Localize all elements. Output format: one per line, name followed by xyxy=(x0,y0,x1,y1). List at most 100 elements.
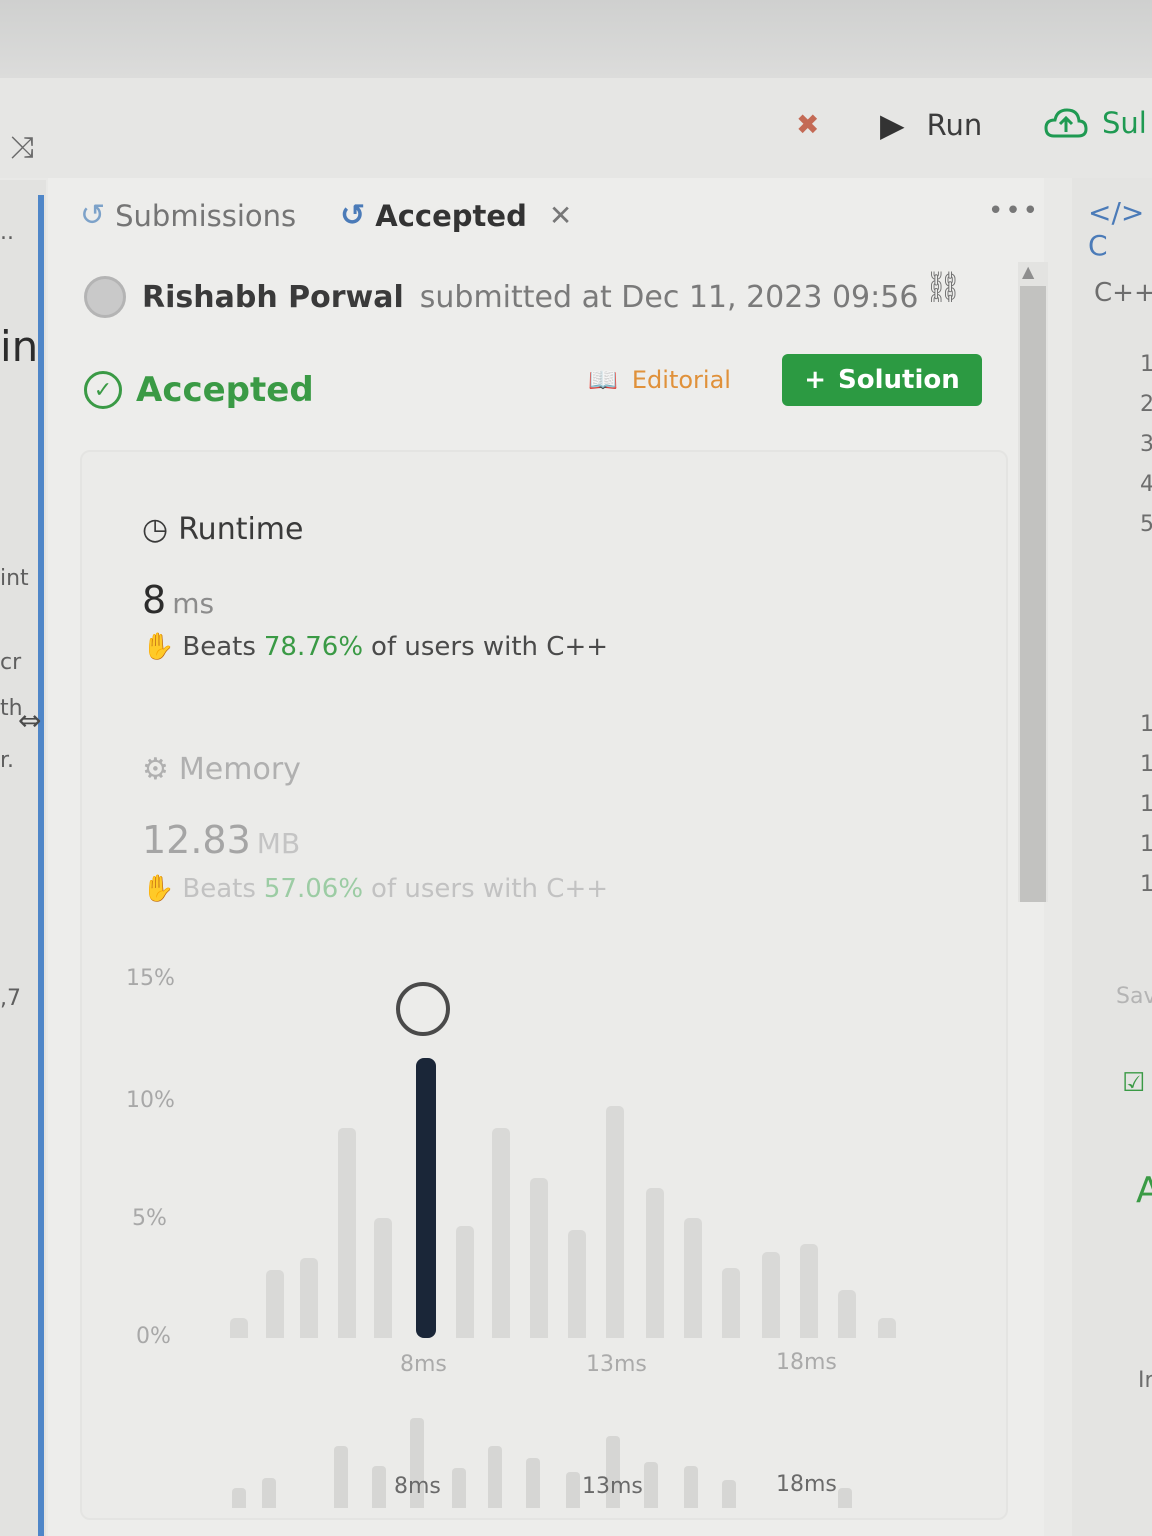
range-histogram-bar xyxy=(838,1488,852,1508)
post-solution-button[interactable]: + Solution xyxy=(782,354,982,406)
beats-suffix: of users with C++ xyxy=(371,874,609,904)
submitter-name[interactable]: Rishabh Porwal xyxy=(142,280,404,315)
tab-label: Accepted xyxy=(375,198,527,233)
histogram-bar[interactable] xyxy=(606,1106,624,1338)
book-icon: 📖 xyxy=(588,366,618,394)
scrollbar-thumb[interactable] xyxy=(1020,286,1046,902)
line-number: 1 xyxy=(1140,832,1152,857)
clock-icon: ◷ xyxy=(142,512,169,547)
range-x-label: 13ms xyxy=(582,1474,643,1499)
histogram-bar[interactable] xyxy=(530,1178,548,1338)
editorial-label: Editorial xyxy=(631,366,731,394)
resize-cursor-icon: ⇔ xyxy=(18,704,42,737)
memory-beats: ✋ Beats 57.06% of users with C++ xyxy=(142,874,608,904)
bug-icon[interactable]: ✖ xyxy=(796,108,819,141)
line-number: 1 xyxy=(1140,712,1152,737)
cloud-upload-icon xyxy=(1044,108,1088,138)
range-histogram-bar xyxy=(334,1446,348,1508)
metrics-card xyxy=(80,450,1008,1520)
histogram-bar[interactable] xyxy=(878,1318,896,1338)
histogram-bar[interactable] xyxy=(568,1230,586,1338)
left-fragment: ,7 xyxy=(0,986,21,1011)
selected-histogram-bar[interactable] xyxy=(416,1058,436,1338)
checkbox-icon[interactable]: ☑ xyxy=(1122,1068,1145,1098)
range-histogram-bar xyxy=(262,1478,276,1508)
runtime-value: 8 ms xyxy=(142,578,214,622)
histogram-bar[interactable] xyxy=(456,1226,474,1338)
histogram-bar[interactable] xyxy=(838,1290,856,1338)
close-icon[interactable]: ✕ xyxy=(549,199,572,232)
line-number: 1 xyxy=(1140,872,1152,897)
tab-submissions[interactable]: ↺ Submissions xyxy=(80,198,296,233)
submission-meta: Rishabh Porwal submitted at Dec 11, 2023… xyxy=(84,276,918,318)
line-number: 2 xyxy=(1140,392,1152,417)
x-tick-label: 13ms xyxy=(586,1352,647,1377)
saved-status-fragment: Sav xyxy=(1116,984,1152,1009)
check-circle-icon: ✓ xyxy=(84,371,122,409)
browser-top-strip xyxy=(0,0,1152,78)
histogram-bar[interactable] xyxy=(230,1318,248,1338)
range-histogram-bar xyxy=(644,1462,658,1508)
language-select-fragment[interactable]: C++ xyxy=(1094,278,1152,308)
memory-tab[interactable]: ⚙ Memory xyxy=(142,752,301,787)
range-x-label: 8ms xyxy=(394,1474,441,1499)
histogram-bar[interactable] xyxy=(374,1218,392,1338)
line-number: 1 xyxy=(1140,792,1152,817)
histogram-bar[interactable] xyxy=(492,1128,510,1338)
beats-suffix: of users with C++ xyxy=(371,632,609,662)
histogram-bar[interactable] xyxy=(300,1258,318,1338)
run-label: Run xyxy=(926,108,983,142)
range-x-label: 18ms xyxy=(776,1472,837,1497)
panel-tabs: ↺ Submissions ↺ Accepted ✕ xyxy=(80,198,616,233)
submit-button[interactable]: Sul xyxy=(1044,106,1147,140)
play-icon: ▶ xyxy=(880,106,905,144)
shuffle-icon[interactable]: ⤨ xyxy=(10,130,34,165)
history-icon: ↺ xyxy=(80,198,106,233)
memory-label: Memory xyxy=(178,752,301,787)
tab-accepted[interactable]: ↺ Accepted ✕ xyxy=(340,198,572,233)
submit-label: Sul xyxy=(1102,106,1147,140)
histogram-bar[interactable] xyxy=(646,1188,664,1338)
histogram-bar[interactable] xyxy=(338,1128,356,1338)
line-number: 1 xyxy=(1140,352,1152,377)
range-histogram-bar xyxy=(722,1480,736,1508)
clap-icon: ✋ xyxy=(142,874,175,904)
range-histogram-bar xyxy=(526,1458,540,1508)
link-icon[interactable]: ⛓ xyxy=(924,270,962,305)
history-icon: ↺ xyxy=(340,198,366,233)
beats-percent: 57.06% xyxy=(263,874,364,904)
runtime-tab[interactable]: ◷ Runtime xyxy=(142,512,304,547)
memory-unit: MB xyxy=(256,827,301,860)
histogram-bar[interactable] xyxy=(762,1252,780,1338)
line-number: 4 xyxy=(1140,472,1152,497)
range-histogram-bar xyxy=(566,1472,580,1508)
clap-icon: ✋ xyxy=(142,632,175,662)
range-histogram-bar xyxy=(372,1466,386,1508)
range-histogram-bar xyxy=(488,1446,502,1508)
histogram-bar[interactable] xyxy=(800,1244,818,1338)
left-fragment: r. xyxy=(0,748,15,773)
more-options-icon[interactable]: ••• xyxy=(988,196,1040,226)
your-submission-marker[interactable] xyxy=(396,982,450,1036)
range-histogram-bar xyxy=(452,1468,466,1508)
scroll-up-icon[interactable]: ▲ xyxy=(1022,262,1034,281)
editorial-button[interactable]: 📖 Editorial xyxy=(588,366,731,394)
avatar[interactable] xyxy=(84,276,126,318)
left-fragment: int xyxy=(0,566,29,591)
input-fragment: Ir xyxy=(1138,1368,1152,1393)
code-tab-fragment[interactable]: </> C xyxy=(1088,196,1152,262)
beats-prefix: Beats xyxy=(182,632,256,662)
run-button[interactable]: ▶ Run xyxy=(880,106,982,144)
chip-icon: ⚙ xyxy=(142,752,169,787)
panel-resize-handle[interactable] xyxy=(38,195,44,1536)
y-tick-label: 10% xyxy=(126,1088,175,1113)
histogram-bar[interactable] xyxy=(722,1268,740,1338)
code-panel-edge xyxy=(1072,178,1152,1536)
line-number: 3 xyxy=(1140,432,1152,457)
memory-number: 12.83 xyxy=(142,818,251,862)
result-fragment: A xyxy=(1136,1170,1152,1211)
histogram-bar[interactable] xyxy=(266,1270,284,1338)
left-fragment: .. xyxy=(0,220,14,245)
histogram-bar[interactable] xyxy=(684,1218,702,1338)
plus-icon: + xyxy=(804,365,827,395)
